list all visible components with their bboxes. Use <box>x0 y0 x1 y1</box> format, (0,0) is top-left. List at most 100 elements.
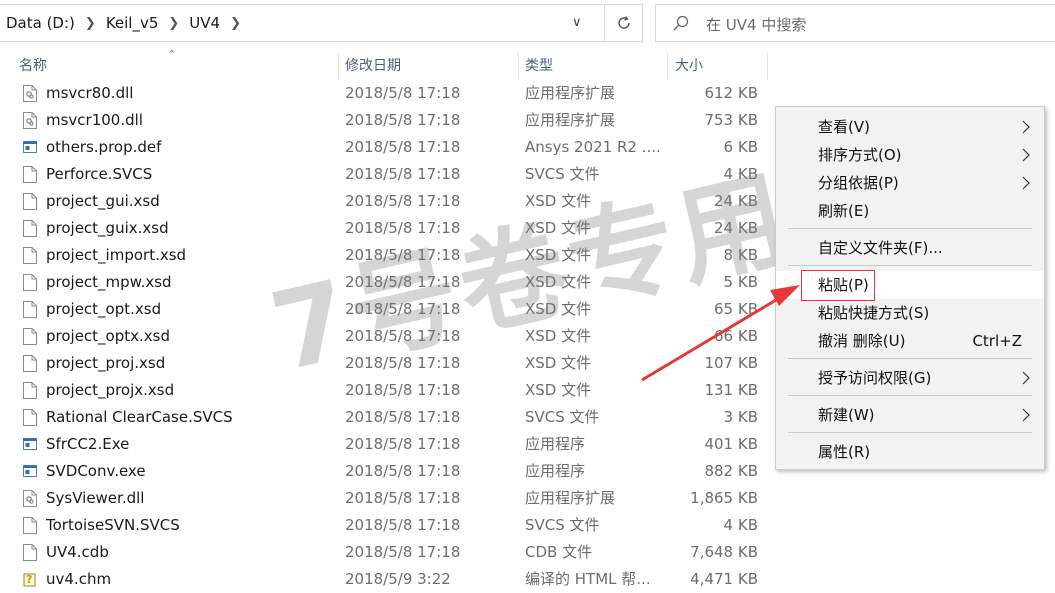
blank-file-icon <box>23 382 37 399</box>
file-row[interactable]: TortoiseSVN.SVCS 2018/5/8 17:18 SVCS 文件 4 K… <box>0 512 770 539</box>
file-row[interactable]: project_optx.xsd 2018/5/8 17:18 XSD 文件 66 K… <box>0 323 770 350</box>
menu-item-view[interactable]: 查看(V) <box>776 113 1044 141</box>
file-name: project_guix.xsd <box>46 219 169 237</box>
file-size: 882 KB <box>704 462 758 480</box>
menu-item-paste-shortcut[interactable]: 粘贴快捷方式(S) <box>776 299 1044 327</box>
svg-text:?: ? <box>26 573 32 586</box>
chevron-down-icon[interactable]: ∨ <box>572 15 582 30</box>
file-size: 612 KB <box>704 84 758 102</box>
file-row[interactable]: project_projx.xsd 2018/5/8 17:18 XSD 文件 131… <box>0 377 770 404</box>
column-header-type[interactable]: 类型 <box>525 52 553 80</box>
breadcrumb: Data (D:) ❯ Keil_v5 ❯ UV4 ❯ <box>6 5 251 41</box>
file-row[interactable]: project_gui.xsd 2018/5/8 17:18 XSD 文件 24 KB <box>0 188 770 215</box>
file-row[interactable]: project_opt.xsd 2018/5/8 17:18 XSD 文件 65 KB <box>0 296 770 323</box>
file-row[interactable]: Rational ClearCase.SVCS 2018/5/8 17:18 SVC… <box>0 404 770 431</box>
file-row[interactable]: msvcr80.dll 2018/5/8 17:18 应用程序扩展 612 KB <box>0 80 770 107</box>
column-header-size[interactable]: 大小 <box>675 52 703 80</box>
file-type: SVCS 文件 <box>525 165 600 183</box>
file-row[interactable]: project_mpw.xsd 2018/5/8 17:18 XSD 文件 5 KB <box>0 269 770 296</box>
file-row[interactable]: ? uv4.chm 2018/5/9 3:22 编译的 HTML 帮... 4,471 … <box>0 566 770 593</box>
file-name: project_projx.xsd <box>46 381 175 399</box>
file-row[interactable]: SfrCC2.Exe 2018/5/8 17:18 应用程序 401 KB <box>0 431 770 458</box>
column-header-name[interactable]: 名称 <box>19 52 47 80</box>
file-name: project_proj.xsd <box>46 354 166 372</box>
chevron-right-icon <box>1022 120 1030 134</box>
menu-item-grant-access[interactable]: 授予访问权限(G) <box>776 364 1044 392</box>
blank-file-icon <box>23 355 37 372</box>
menu-separator <box>788 395 1032 396</box>
file-row[interactable]: SysViewer.dll 2018/5/8 17:18 应用程序扩展 1,865 K… <box>0 485 770 512</box>
file-name: Rational ClearCase.SVCS <box>46 408 233 426</box>
search-box[interactable]: 在 UV4 中搜索 <box>655 4 1055 42</box>
breadcrumb-uv4[interactable]: UV4 <box>189 14 220 32</box>
column-header-date[interactable]: 修改日期 <box>345 52 401 80</box>
address-bar[interactable]: Data (D:) ❯ Keil_v5 ❯ UV4 ❯ ∨ <box>0 4 605 42</box>
menu-item-new[interactable]: 新建(W) <box>776 401 1044 429</box>
file-type: 应用程序扩展 <box>525 84 616 102</box>
file-list: msvcr80.dll 2018/5/8 17:18 应用程序扩展 612 KB msv… <box>0 80 770 593</box>
file-row[interactable]: project_guix.xsd 2018/5/8 17:18 XSD 文件 24 K… <box>0 215 770 242</box>
file-date: 2018/5/8 17:18 <box>345 84 461 102</box>
menu-item-group[interactable]: 分组依据(P) <box>776 169 1044 197</box>
file-size: 753 KB <box>704 111 758 129</box>
file-type: 编译的 HTML 帮... <box>525 570 651 588</box>
menu-item-label: 刷新(E) <box>818 202 870 220</box>
column-divider[interactable] <box>767 52 768 80</box>
column-divider[interactable] <box>667 52 668 80</box>
file-type: XSD 文件 <box>525 327 592 345</box>
file-type: XSD 文件 <box>525 354 592 372</box>
file-type: CDB 文件 <box>525 543 593 561</box>
file-date: 2018/5/8 17:18 <box>345 219 461 237</box>
menu-item-properties[interactable]: 属性(R) <box>776 438 1044 466</box>
blank-file-icon <box>23 544 37 561</box>
blank-file-icon <box>23 274 37 291</box>
file-row[interactable]: project_proj.xsd 2018/5/8 17:18 XSD 文件 107 … <box>0 350 770 377</box>
file-row[interactable]: SVDConv.exe 2018/5/8 17:18 应用程序 882 KB <box>0 458 770 485</box>
file-row[interactable]: msvcr100.dll 2018/5/8 17:18 应用程序扩展 753 KB <box>0 107 770 134</box>
menu-item-shortcut: Ctrl+Z <box>972 332 1022 350</box>
blank-file-icon <box>23 220 37 237</box>
column-divider[interactable] <box>518 52 519 80</box>
chevron-right-icon <box>1022 371 1030 385</box>
file-size: 131 KB <box>704 381 758 399</box>
file-type: SVCS 文件 <box>525 516 600 534</box>
file-name: uv4.chm <box>46 570 112 588</box>
menu-item-label: 授予访问权限(G) <box>818 369 932 387</box>
file-row[interactable]: Perforce.SVCS 2018/5/8 17:18 SVCS 文件 4 KB <box>0 161 770 188</box>
chevron-right-icon[interactable]: ❯ <box>230 16 241 31</box>
file-type: XSD 文件 <box>525 219 592 237</box>
chevron-right-icon <box>1022 148 1030 162</box>
file-name: project_mpw.xsd <box>46 273 172 291</box>
file-type: 应用程序扩展 <box>525 111 616 129</box>
file-date: 2018/5/8 17:18 <box>345 354 461 372</box>
chevron-right-icon[interactable]: ❯ <box>168 16 179 31</box>
file-type: XSD 文件 <box>525 381 592 399</box>
sort-ascending-icon: ⌃ <box>167 48 177 61</box>
file-size: 6 KB <box>723 138 758 156</box>
file-row[interactable]: UV4.cdb 2018/5/8 17:18 CDB 文件 7,648 KB <box>0 539 770 566</box>
file-type: 应用程序 <box>525 462 586 480</box>
file-row[interactable]: others.prop.def 2018/5/8 17:18 Ansys 2021 … <box>0 134 770 161</box>
menu-item-refresh[interactable]: 刷新(E) <box>776 197 1044 225</box>
file-type: XSD 文件 <box>525 300 592 318</box>
refresh-icon <box>617 16 630 29</box>
breadcrumb-keil[interactable]: Keil_v5 <box>106 14 159 32</box>
file-row[interactable]: project_import.xsd 2018/5/8 17:18 XSD 文件 8 … <box>0 242 770 269</box>
chevron-right-icon[interactable]: ❯ <box>85 16 96 31</box>
breadcrumb-drive[interactable]: Data (D:) <box>6 14 75 32</box>
file-size: 4,471 KB <box>690 570 758 588</box>
refresh-button[interactable] <box>605 4 643 42</box>
menu-separator <box>788 265 1032 266</box>
menu-item-label: 新建(W) <box>818 406 875 424</box>
file-size: 24 KB <box>714 219 758 237</box>
menu-item-label: 粘贴快捷方式(S) <box>818 304 930 322</box>
file-type: XSD 文件 <box>525 273 592 291</box>
menu-item-sort[interactable]: 排序方式(O) <box>776 141 1044 169</box>
column-divider[interactable] <box>338 52 339 80</box>
menu-item-customize-folder[interactable]: 自定义文件夹(F)... <box>776 234 1044 262</box>
file-name: project_import.xsd <box>46 246 187 264</box>
file-type: XSD 文件 <box>525 246 592 264</box>
menu-item-undo-delete[interactable]: 撤消 删除(U) Ctrl+Z <box>776 327 1044 355</box>
blank-file-icon <box>23 409 37 426</box>
blank-file-icon <box>23 301 37 318</box>
